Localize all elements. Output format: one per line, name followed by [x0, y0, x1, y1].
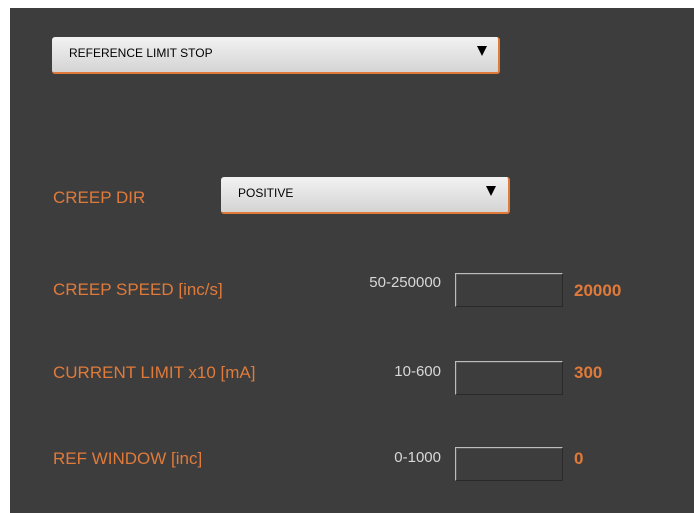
creep-speed-current: 20000 — [574, 281, 622, 300]
current-limit-current: 300 — [574, 363, 603, 382]
mode-select-value: REFERENCE LIMIT STOP — [69, 46, 213, 60]
ref-window-range: 0-1000 — [394, 449, 441, 466]
creep-speed-range: 50-250000 — [369, 274, 441, 291]
creep-speed-input[interactable] — [455, 273, 563, 307]
mode-select[interactable]: REFERENCE LIMIT STOP — [52, 37, 500, 74]
settings-panel: REFERENCE LIMIT STOP CREEP DIR POSITIVE … — [10, 8, 694, 513]
ref-window-label: REF WINDOW [inc] — [53, 449, 203, 468]
current-limit-range: 10-600 — [394, 363, 441, 380]
ref-window-input[interactable] — [455, 447, 563, 481]
ref-window-current: 0 — [574, 449, 584, 468]
creep-dir-value: POSITIVE — [238, 186, 294, 200]
creep-dir-label: CREEP DIR — [53, 188, 146, 207]
chevron-down-icon — [477, 46, 487, 56]
creep-speed-label: CREEP SPEED [inc/s] — [53, 280, 223, 299]
current-limit-input[interactable] — [455, 361, 563, 395]
chevron-down-icon — [486, 186, 496, 196]
creep-dir-select[interactable]: POSITIVE — [221, 177, 510, 214]
current-limit-label: CURRENT LIMIT x10 [mA] — [53, 363, 256, 382]
